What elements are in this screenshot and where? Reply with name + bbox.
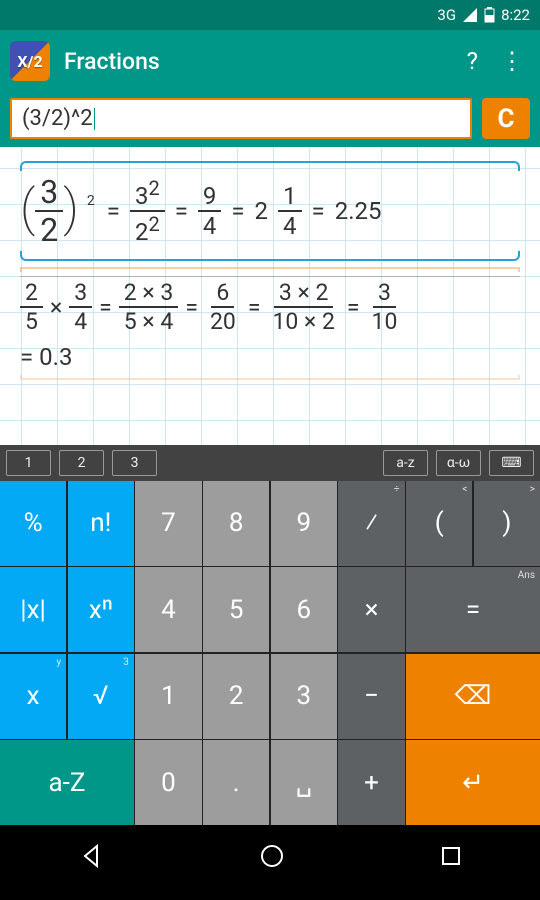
key-2[interactable]: 2	[203, 654, 269, 739]
key-multiply[interactable]: ×	[338, 567, 404, 652]
status-bar: 3G 8:22	[0, 0, 540, 30]
key-3[interactable]: 3	[271, 654, 337, 739]
key-power[interactable]: xⁿ	[68, 567, 134, 652]
signal-icon	[462, 7, 478, 23]
recent-icon[interactable]	[439, 844, 463, 868]
results-area[interactable]: (32)2 = 3222 = 94 = 214 = 2.25 25 × 34 =…	[0, 147, 540, 445]
app-icon: X/2	[10, 41, 50, 81]
key-space[interactable]: ␣	[271, 740, 337, 825]
key-alpha[interactable]: a-Z	[0, 740, 134, 825]
home-icon[interactable]	[259, 843, 285, 869]
back-icon[interactable]	[77, 842, 105, 870]
help-icon[interactable]: ?	[467, 47, 478, 75]
key-0[interactable]: 0	[135, 740, 201, 825]
mode-alpha[interactable]: a-z	[383, 450, 428, 476]
key-equals[interactable]: =Ans	[406, 567, 540, 652]
key-9[interactable]: 9	[271, 481, 337, 566]
key-divide[interactable]: ⁄÷	[338, 481, 404, 566]
android-navbar	[0, 825, 540, 887]
key-dot[interactable]: .	[203, 740, 269, 825]
key-factorial[interactable]: n!	[68, 481, 134, 566]
result-block-2: 25 × 34 = 2 × 35 × 4 = 620 = 3 × 210 × 2…	[20, 267, 520, 380]
cell-label: 3G	[437, 6, 456, 24]
key-minus[interactable]: −	[338, 654, 404, 739]
key-plus[interactable]: +	[338, 740, 404, 825]
key-7[interactable]: 7	[135, 481, 201, 566]
expression-text: (3/2)^2	[22, 106, 93, 131]
key-6[interactable]: 6	[271, 567, 337, 652]
key-4[interactable]: 4	[135, 567, 201, 652]
key-backspace[interactable]: ⌫	[406, 654, 540, 739]
keypad: %n!789⁄÷(<)> |x|xⁿ456×=Ans xy√3123−⌫ a-Z0.␣…	[0, 481, 540, 825]
key-enter[interactable]: ↵	[406, 740, 540, 825]
mode-tab-2[interactable]: 2	[59, 450, 104, 476]
result-block-1: (32)2 = 3222 = 94 = 214 = 2.25	[20, 161, 520, 261]
expression-bar: (3/2)^2 C	[0, 92, 540, 147]
key-1[interactable]: 1	[135, 654, 201, 739]
key-x[interactable]: xy	[0, 654, 66, 739]
mode-keyboard-icon[interactable]: ⌨	[489, 450, 534, 476]
key-root[interactable]: √3	[68, 654, 134, 739]
app-bar: X/2 Fractions ? ⋮	[0, 30, 540, 92]
key-8[interactable]: 8	[203, 481, 269, 566]
key-lparen[interactable]: (<	[406, 481, 472, 566]
clear-button[interactable]: C	[482, 98, 530, 139]
mode-greek[interactable]: α-ω	[436, 450, 481, 476]
key-percent[interactable]: %	[0, 481, 66, 566]
mode-row: 1 2 3 a-z α-ω ⌨	[0, 445, 540, 481]
key-rparen[interactable]: )>	[474, 481, 540, 566]
key-5[interactable]: 5	[203, 567, 269, 652]
mode-tab-1[interactable]: 1	[6, 450, 51, 476]
page-title: Fractions	[64, 48, 467, 75]
key-abs[interactable]: |x|	[0, 567, 66, 652]
clock: 8:22	[501, 6, 530, 24]
battery-icon	[484, 7, 495, 23]
mode-tab-3[interactable]: 3	[112, 450, 157, 476]
overflow-icon[interactable]: ⋮	[500, 47, 524, 75]
expression-input[interactable]: (3/2)^2	[10, 98, 472, 139]
